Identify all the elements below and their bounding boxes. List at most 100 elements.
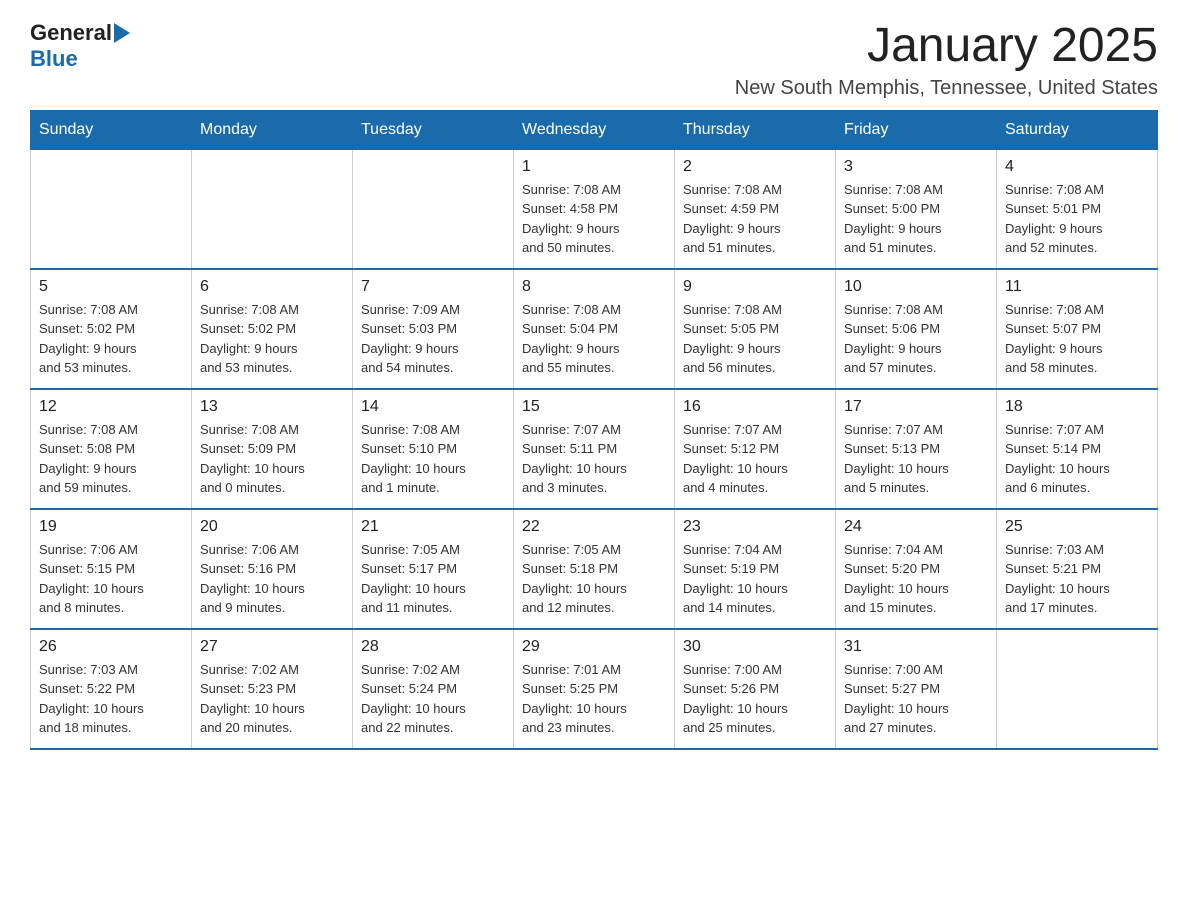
day-info: Sunrise: 7:08 AMSunset: 5:01 PMDaylight:… bbox=[1005, 180, 1149, 258]
calendar-cell: 3Sunrise: 7:08 AMSunset: 5:00 PMDaylight… bbox=[836, 149, 997, 269]
day-number: 3 bbox=[844, 158, 988, 176]
day-number: 9 bbox=[683, 278, 827, 296]
calendar-cell bbox=[31, 149, 192, 269]
day-number: 12 bbox=[39, 398, 183, 416]
calendar-week-row: 5 Sunrise: 7:08 AMSunset: 5:02 PMDaylight… bbox=[31, 269, 1158, 389]
day-number: 4 bbox=[1005, 158, 1149, 176]
calendar-cell: 13 Sunrise: 7:08 AMSunset: 5:09 PMDayligh… bbox=[192, 389, 353, 509]
calendar-cell: 16 Sunrise: 7:07 AMSunset: 5:12 PMDayligh… bbox=[675, 389, 836, 509]
calendar-cell: 9 Sunrise: 7:08 AMSunset: 5:05 PMDaylight… bbox=[675, 269, 836, 389]
calendar-cell: 15 Sunrise: 7:07 AMSunset: 5:11 PMDayligh… bbox=[514, 389, 675, 509]
day-info: Sunrise: 7:03 AMSunset: 5:22 PMDaylight:… bbox=[39, 660, 183, 738]
calendar-cell: 10 Sunrise: 7:08 AMSunset: 5:06 PMDayligh… bbox=[836, 269, 997, 389]
day-info: Sunrise: 7:06 AMSunset: 5:15 PMDaylight:… bbox=[39, 540, 183, 618]
day-info: Sunrise: 7:08 AMSunset: 5:09 PMDaylight:… bbox=[200, 420, 344, 498]
calendar-week-row: 26 Sunrise: 7:03 AMSunset: 5:22 PMDayligh… bbox=[31, 629, 1158, 749]
day-number: 24 bbox=[844, 518, 988, 536]
day-info: Sunrise: 7:08 AMSunset: 5:07 PMDaylight:… bbox=[1005, 300, 1149, 378]
day-number: 27 bbox=[200, 638, 344, 656]
day-number: 17 bbox=[844, 398, 988, 416]
logo-general-text: General bbox=[30, 20, 112, 46]
day-info: Sunrise: 7:08 AMSunset: 4:59 PMDaylight:… bbox=[683, 180, 827, 258]
day-info: Sunrise: 7:08 AMSunset: 5:02 PMDaylight:… bbox=[200, 300, 344, 378]
day-number: 11 bbox=[1005, 278, 1149, 296]
logo: General Blue bbox=[30, 20, 132, 72]
day-info: Sunrise: 7:07 AMSunset: 5:13 PMDaylight:… bbox=[844, 420, 988, 498]
day-number: 30 bbox=[683, 638, 827, 656]
calendar-cell: 20 Sunrise: 7:06 AMSunset: 5:16 PMDayligh… bbox=[192, 509, 353, 629]
day-number: 23 bbox=[683, 518, 827, 536]
calendar-cell: 25Sunrise: 7:03 AMSunset: 5:21 PMDayligh… bbox=[997, 509, 1158, 629]
day-info: Sunrise: 7:03 AMSunset: 5:21 PMDaylight:… bbox=[1005, 540, 1149, 618]
day-info: Sunrise: 7:07 AMSunset: 5:11 PMDaylight:… bbox=[522, 420, 666, 498]
calendar-cell: 5Sunrise: 7:08 AMSunset: 5:02 PMDaylight… bbox=[31, 269, 192, 389]
day-info: Sunrise: 7:08 AMSunset: 5:10 PMDaylight:… bbox=[361, 420, 505, 498]
calendar-cell: 30Sunrise: 7:00 AMSunset: 5:26 PMDayligh… bbox=[675, 629, 836, 749]
day-info: Sunrise: 7:07 AMSunset: 5:12 PMDaylight:… bbox=[683, 420, 827, 498]
calendar-cell: 21Sunrise: 7:05 AMSunset: 5:17 PMDayligh… bbox=[353, 509, 514, 629]
calendar-cell: 17 Sunrise: 7:07 AMSunset: 5:13 PMDayligh… bbox=[836, 389, 997, 509]
day-info: Sunrise: 7:00 AMSunset: 5:27 PMDaylight:… bbox=[844, 660, 988, 738]
calendar-cell: 22Sunrise: 7:05 AMSunset: 5:18 PMDayligh… bbox=[514, 509, 675, 629]
weekday-header-saturday: Saturday bbox=[997, 110, 1158, 149]
day-number: 2 bbox=[683, 158, 827, 176]
calendar-header: SundayMondayTuesdayWednesdayThursdayFrid… bbox=[31, 110, 1158, 149]
day-number: 1 bbox=[522, 158, 666, 176]
weekday-header-friday: Friday bbox=[836, 110, 997, 149]
day-info: Sunrise: 7:06 AMSunset: 5:16 PMDaylight:… bbox=[200, 540, 344, 618]
calendar-week-row: 1Sunrise: 7:08 AMSunset: 4:58 PMDaylight… bbox=[31, 149, 1158, 269]
weekday-header-sunday: Sunday bbox=[31, 110, 192, 149]
calendar-cell: 4 Sunrise: 7:08 AMSunset: 5:01 PMDaylight… bbox=[997, 149, 1158, 269]
day-info: Sunrise: 7:08 AMSunset: 5:06 PMDaylight:… bbox=[844, 300, 988, 378]
calendar-cell: 29Sunrise: 7:01 AMSunset: 5:25 PMDayligh… bbox=[514, 629, 675, 749]
day-number: 5 bbox=[39, 278, 183, 296]
calendar-cell bbox=[353, 149, 514, 269]
calendar-cell: 24 Sunrise: 7:04 AMSunset: 5:20 PMDayligh… bbox=[836, 509, 997, 629]
title-block: January 2025 New South Memphis, Tennesse… bbox=[735, 20, 1158, 100]
calendar-cell: 14 Sunrise: 7:08 AMSunset: 5:10 PMDayligh… bbox=[353, 389, 514, 509]
calendar-cell: 26 Sunrise: 7:03 AMSunset: 5:22 PMDayligh… bbox=[31, 629, 192, 749]
weekday-header-monday: Monday bbox=[192, 110, 353, 149]
day-info: Sunrise: 7:07 AMSunset: 5:14 PMDaylight:… bbox=[1005, 420, 1149, 498]
day-number: 18 bbox=[1005, 398, 1149, 416]
day-info: Sunrise: 7:08 AMSunset: 5:05 PMDaylight:… bbox=[683, 300, 827, 378]
month-title: January 2025 bbox=[735, 20, 1158, 73]
day-info: Sunrise: 7:02 AMSunset: 5:24 PMDaylight:… bbox=[361, 660, 505, 738]
day-number: 26 bbox=[39, 638, 183, 656]
weekday-header-tuesday: Tuesday bbox=[353, 110, 514, 149]
day-number: 6 bbox=[200, 278, 344, 296]
weekday-header-wednesday: Wednesday bbox=[514, 110, 675, 149]
day-info: Sunrise: 7:02 AMSunset: 5:23 PMDaylight:… bbox=[200, 660, 344, 738]
day-number: 31 bbox=[844, 638, 988, 656]
day-number: 14 bbox=[361, 398, 505, 416]
day-number: 22 bbox=[522, 518, 666, 536]
day-info: Sunrise: 7:08 AMSunset: 5:08 PMDaylight:… bbox=[39, 420, 183, 498]
calendar-cell: 12 Sunrise: 7:08 AMSunset: 5:08 PMDayligh… bbox=[31, 389, 192, 509]
calendar-cell: 23 Sunrise: 7:04 AMSunset: 5:19 PMDayligh… bbox=[675, 509, 836, 629]
day-number: 13 bbox=[200, 398, 344, 416]
page-header: General Blue January 2025 New South Memp… bbox=[30, 20, 1158, 100]
calendar-cell: 7 Sunrise: 7:09 AMSunset: 5:03 PMDaylight… bbox=[353, 269, 514, 389]
day-number: 15 bbox=[522, 398, 666, 416]
calendar-cell: 18 Sunrise: 7:07 AMSunset: 5:14 PMDayligh… bbox=[997, 389, 1158, 509]
calendar-cell: 1Sunrise: 7:08 AMSunset: 4:58 PMDaylight… bbox=[514, 149, 675, 269]
weekday-header-thursday: Thursday bbox=[675, 110, 836, 149]
day-info: Sunrise: 7:04 AMSunset: 5:20 PMDaylight:… bbox=[844, 540, 988, 618]
day-info: Sunrise: 7:01 AMSunset: 5:25 PMDaylight:… bbox=[522, 660, 666, 738]
day-number: 16 bbox=[683, 398, 827, 416]
day-number: 7 bbox=[361, 278, 505, 296]
day-info: Sunrise: 7:09 AMSunset: 5:03 PMDaylight:… bbox=[361, 300, 505, 378]
day-number: 10 bbox=[844, 278, 988, 296]
calendar-cell: 28Sunrise: 7:02 AMSunset: 5:24 PMDayligh… bbox=[353, 629, 514, 749]
day-info: Sunrise: 7:08 AMSunset: 5:04 PMDaylight:… bbox=[522, 300, 666, 378]
day-info: Sunrise: 7:04 AMSunset: 5:19 PMDaylight:… bbox=[683, 540, 827, 618]
calendar-cell: 2 Sunrise: 7:08 AMSunset: 4:59 PMDaylight… bbox=[675, 149, 836, 269]
calendar-week-row: 19Sunrise: 7:06 AMSunset: 5:15 PMDayligh… bbox=[31, 509, 1158, 629]
weekday-header-row: SundayMondayTuesdayWednesdayThursdayFrid… bbox=[31, 110, 1158, 149]
day-number: 20 bbox=[200, 518, 344, 536]
calendar-table: SundayMondayTuesdayWednesdayThursdayFrid… bbox=[30, 110, 1158, 750]
calendar-cell: 31 Sunrise: 7:00 AMSunset: 5:27 PMDayligh… bbox=[836, 629, 997, 749]
calendar-week-row: 12 Sunrise: 7:08 AMSunset: 5:08 PMDayligh… bbox=[31, 389, 1158, 509]
day-info: Sunrise: 7:05 AMSunset: 5:17 PMDaylight:… bbox=[361, 540, 505, 618]
location-title: New South Memphis, Tennessee, United Sta… bbox=[735, 77, 1158, 100]
